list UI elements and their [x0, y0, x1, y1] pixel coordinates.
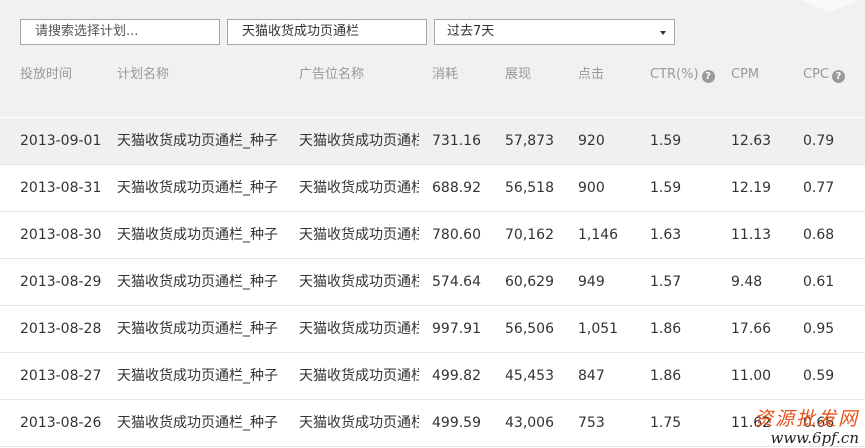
- ad-position-selector[interactable]: 天猫收货成功页通栏: [227, 19, 427, 45]
- cell-cost: 499.59: [432, 415, 481, 431]
- cell-clicks: 753: [578, 415, 605, 431]
- plan-search-input[interactable]: 请搜索选择计划...: [20, 19, 220, 45]
- cell-impressions: 56,506: [505, 321, 554, 337]
- cell-date: 2013-08-30: [20, 227, 102, 243]
- cell-position-name: 天猫收货成功页通栏: [299, 368, 419, 384]
- cell-clicks: 847: [578, 368, 605, 384]
- cell-cpc: 0.61: [803, 274, 835, 290]
- date-range-value: 过去7天: [447, 24, 495, 39]
- table-row[interactable]: 2013-08-30 天猫收货成功页通栏_种子 天猫收货成功页通栏 780.60…: [0, 212, 865, 259]
- cell-cost: 997.91: [432, 321, 481, 337]
- col-header-cpc[interactable]: CPC?: [803, 66, 845, 84]
- watermark-chinese-text: 资源批发网: [753, 408, 859, 430]
- col-header-clicks[interactable]: 点击: [578, 66, 604, 84]
- cell-plan-name: 天猫收货成功页通栏_种子: [117, 180, 278, 196]
- cell-ctr: 1.75: [650, 415, 682, 431]
- table-row[interactable]: 2013-09-01 天猫收货成功页通栏_种子 天猫收货成功页通栏 731.16…: [0, 118, 865, 165]
- col-header-impressions[interactable]: 展现: [505, 66, 531, 84]
- cell-position-name: 天猫收货成功页通栏: [299, 180, 419, 196]
- cell-position-name: 天猫收货成功页通栏: [299, 321, 419, 337]
- cell-ctr: 1.63: [650, 227, 682, 243]
- cell-date: 2013-08-27: [20, 368, 102, 384]
- cell-position-name: 天猫收货成功页通栏: [299, 133, 419, 149]
- cell-cpc: 0.59: [803, 368, 835, 384]
- cell-plan-name: 天猫收货成功页通栏_种子: [117, 133, 278, 149]
- site-watermark: 资源批发网 www.6pf.cn: [753, 408, 860, 447]
- table-row[interactable]: 2013-08-29 天猫收货成功页通栏_种子 天猫收货成功页通栏 574.64…: [0, 259, 865, 306]
- col-header-cost[interactable]: 消耗: [432, 66, 458, 84]
- cell-date: 2013-08-26: [20, 415, 102, 431]
- cell-cpc: 0.95: [803, 321, 835, 337]
- col-header-plan-name[interactable]: 计划名称: [117, 66, 169, 84]
- cell-cost: 688.92: [432, 180, 481, 196]
- cell-position-name: 天猫收货成功页通栏: [299, 227, 419, 243]
- cell-date: 2013-08-29: [20, 274, 102, 290]
- cell-cpm: 12.63: [731, 133, 772, 149]
- table-row[interactable]: 2013-08-28 天猫收货成功页通栏_种子 天猫收货成功页通栏 997.91…: [0, 306, 865, 353]
- date-range-select[interactable]: 过去7天: [434, 19, 675, 45]
- col-header-date[interactable]: 投放时间: [20, 66, 72, 84]
- cell-plan-name: 天猫收货成功页通栏_种子: [117, 274, 278, 290]
- cell-cost: 499.82: [432, 368, 481, 384]
- cell-date: 2013-08-28: [20, 321, 102, 337]
- cell-cpc: 0.68: [803, 227, 835, 243]
- cell-ctr: 1.86: [650, 321, 682, 337]
- cell-date: 2013-08-31: [20, 180, 102, 196]
- col-header-position-name[interactable]: 广告位名称: [299, 66, 364, 84]
- cell-plan-name: 天猫收货成功页通栏_种子: [117, 227, 278, 243]
- col-header-ctr-label: CTR(%): [650, 67, 699, 82]
- cell-clicks: 900: [578, 180, 605, 196]
- cell-cpm: 17.66: [731, 321, 772, 337]
- watermark-domain-text: www.6pf.cn: [770, 429, 860, 447]
- cell-ctr: 1.59: [650, 133, 682, 149]
- col-header-cpm[interactable]: CPM: [731, 66, 759, 84]
- cell-cost: 780.60: [432, 227, 481, 243]
- cell-position-name: 天猫收货成功页通栏: [299, 274, 419, 290]
- cell-date: 2013-09-01: [20, 133, 102, 149]
- table-row[interactable]: 2013-08-26 天猫收货成功页通栏_种子 天猫收货成功页通栏 499.59…: [0, 400, 865, 447]
- cell-clicks: 1,051: [578, 321, 619, 337]
- col-header-ctr[interactable]: CTR(%)?: [650, 66, 715, 84]
- cell-clicks: 949: [578, 274, 605, 290]
- cell-ctr: 1.59: [650, 180, 682, 196]
- cell-plan-name: 天猫收货成功页通栏_种子: [117, 415, 278, 431]
- cell-ctr: 1.86: [650, 368, 682, 384]
- cell-impressions: 57,873: [505, 133, 554, 149]
- scroll-up-indicator: [800, 0, 860, 12]
- cell-plan-name: 天猫收货成功页通栏_种子: [117, 368, 278, 384]
- help-icon[interactable]: ?: [701, 70, 715, 83]
- chevron-down-icon: [660, 31, 666, 35]
- cell-impressions: 43,006: [505, 415, 554, 431]
- cell-cpm: 11.00: [731, 368, 772, 384]
- cell-plan-name: 天猫收货成功页通栏_种子: [117, 321, 278, 337]
- cell-impressions: 60,629: [505, 274, 554, 290]
- cell-cost: 731.16: [432, 133, 481, 149]
- cell-impressions: 56,518: [505, 180, 554, 196]
- cell-ctr: 1.57: [650, 274, 682, 290]
- cell-cpc: 0.79: [803, 133, 835, 149]
- table-row[interactable]: 2013-08-31 天猫收货成功页通栏_种子 天猫收货成功页通栏 688.92…: [0, 165, 865, 212]
- cell-cost: 574.64: [432, 274, 481, 290]
- cell-impressions: 45,453: [505, 368, 554, 384]
- cell-cpc: 0.77: [803, 180, 835, 196]
- col-header-cpc-label: CPC: [803, 67, 829, 82]
- cell-cpm: 9.48: [731, 274, 763, 290]
- cell-clicks: 1,146: [578, 227, 619, 243]
- cell-impressions: 70,162: [505, 227, 554, 243]
- table-row[interactable]: 2013-08-27 天猫收货成功页通栏_种子 天猫收货成功页通栏 499.82…: [0, 353, 865, 400]
- cell-position-name: 天猫收货成功页通栏: [299, 415, 419, 431]
- cell-clicks: 920: [578, 133, 605, 149]
- cell-cpm: 11.13: [731, 227, 772, 243]
- help-icon[interactable]: ?: [832, 70, 845, 83]
- cell-cpm: 12.19: [731, 180, 772, 196]
- filter-header-area: [0, 0, 865, 117]
